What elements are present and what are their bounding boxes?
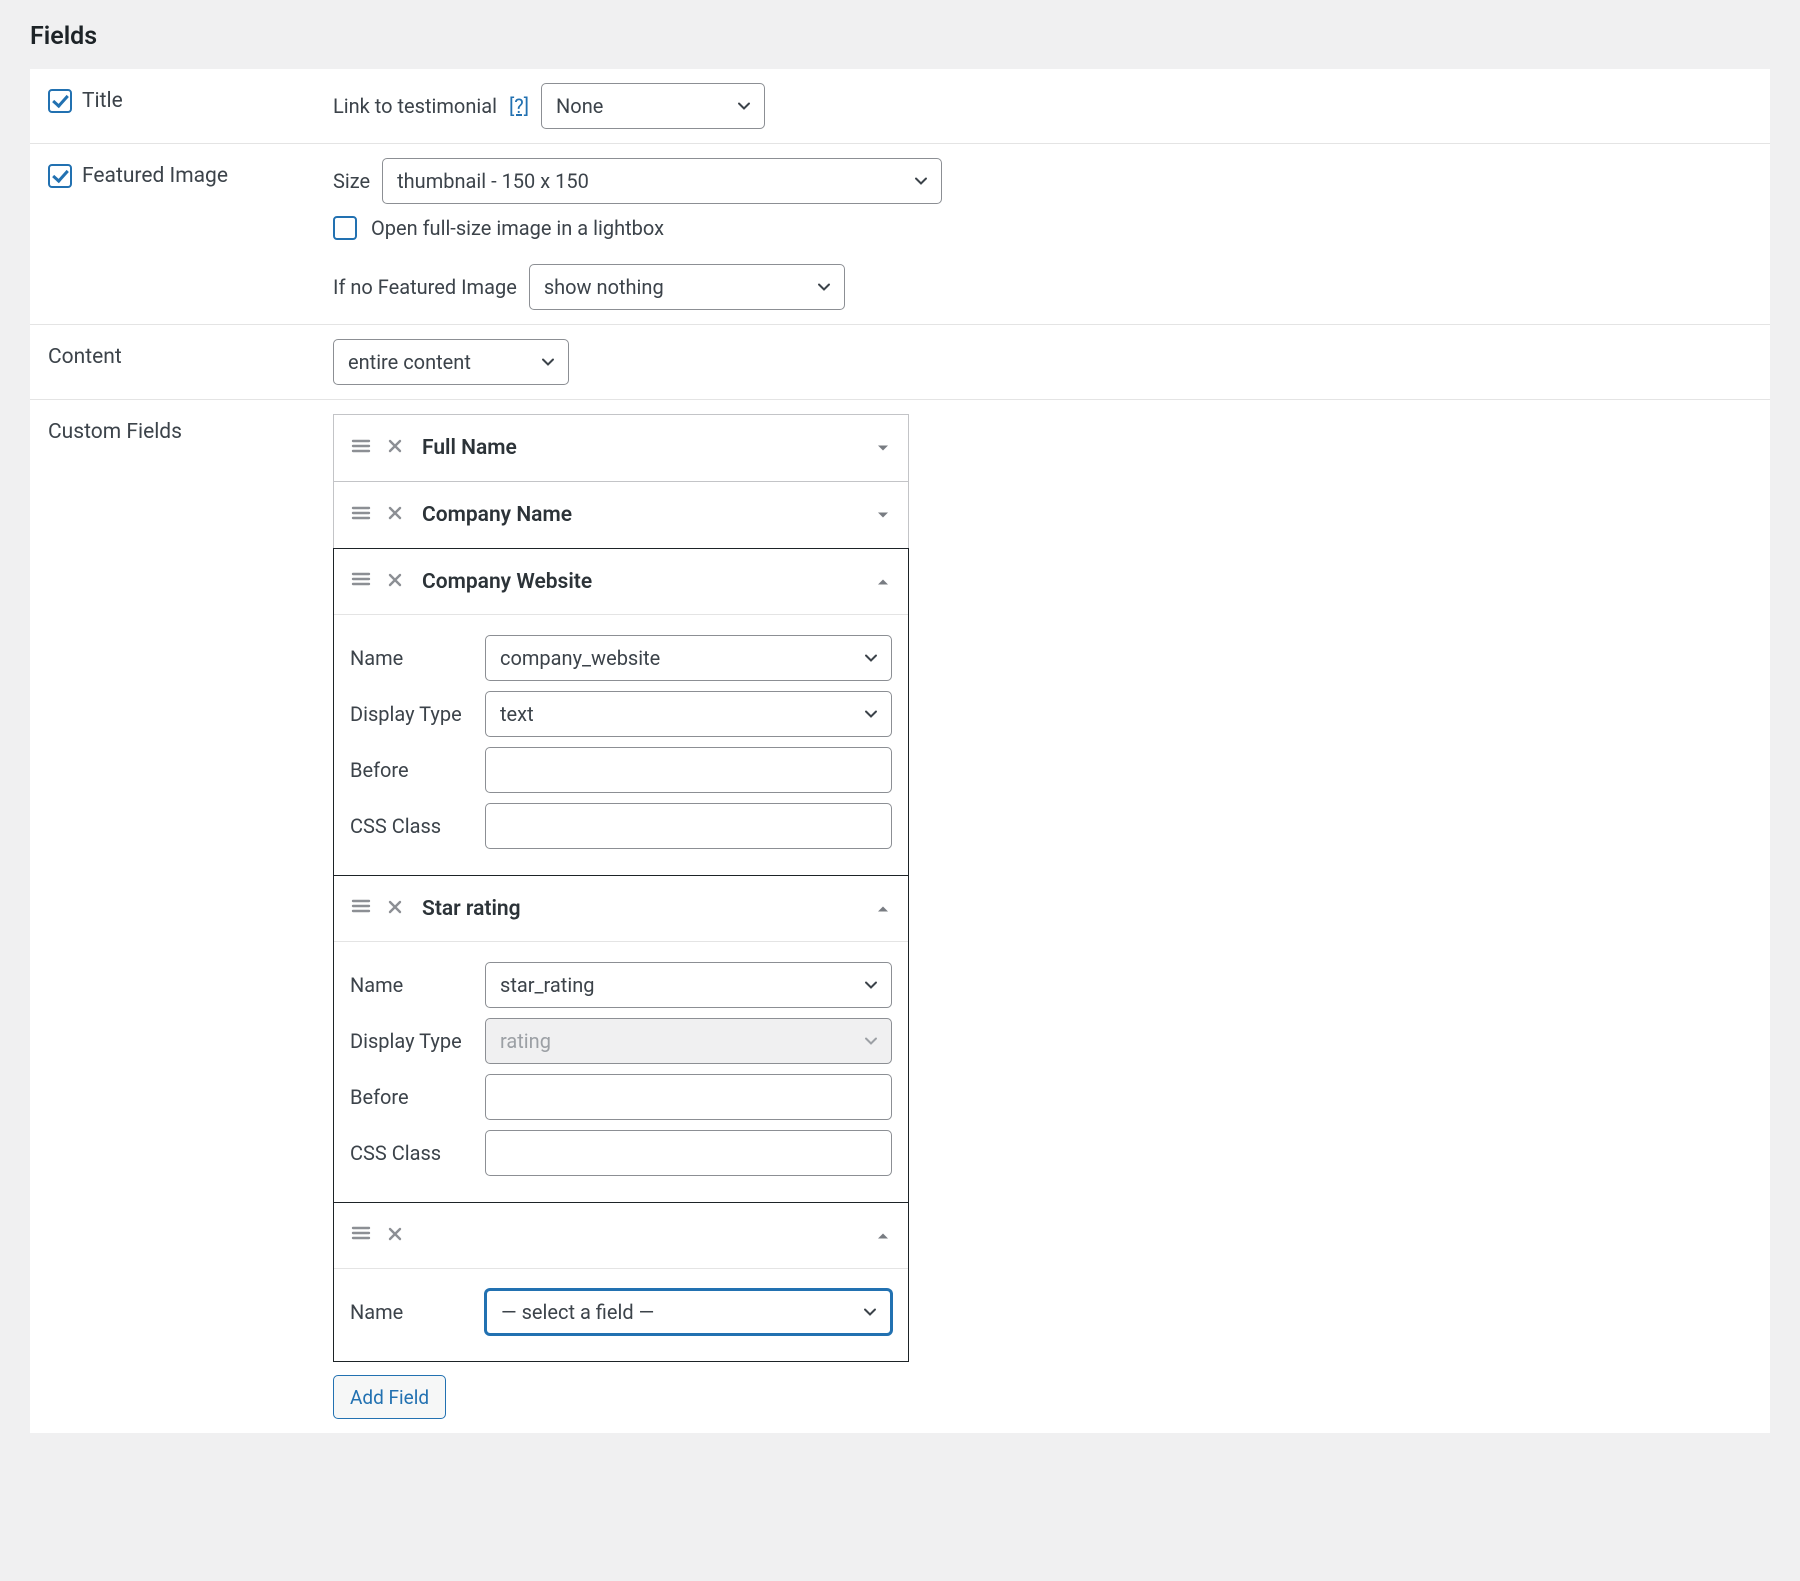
chevron-up-icon[interactable] [876, 570, 890, 594]
custom-field-item: Full Name [333, 414, 909, 482]
remove-icon[interactable] [386, 503, 404, 527]
before-label: Before [350, 1085, 485, 1109]
field-name-select[interactable]: — select a field — [485, 1289, 892, 1335]
custom-field-item: Star rating Name star_rating Display Type ra… [333, 875, 909, 1203]
field-name-select[interactable]: company_website [485, 635, 892, 681]
chevron-up-icon[interactable] [876, 1224, 890, 1248]
chevron-down-icon [863, 977, 879, 993]
field-name-select[interactable]: star_rating [485, 962, 892, 1008]
link-testimonial-value: None [556, 94, 603, 118]
featured-image-row: Featured Image Size thumbnail - 150 x 15… [30, 144, 1770, 325]
custom-field-body: Name — select a field — [334, 1269, 908, 1361]
content-select[interactable]: entire content [333, 339, 569, 385]
drag-handle-icon[interactable] [350, 502, 372, 529]
custom-field-item: Name — select a field — [333, 1202, 909, 1362]
before-label: Before [350, 758, 485, 782]
field-name-value: star_rating [500, 973, 595, 997]
custom-field-title: Star rating [422, 897, 521, 921]
lightbox-label: Open full-size image in a lightbox [371, 216, 664, 240]
section-title: Fields [30, 0, 1770, 69]
featured-image-label: Featured Image [82, 164, 228, 188]
title-checkbox[interactable] [48, 89, 72, 113]
content-value: entire content [348, 350, 471, 374]
display-type-label: Display Type [350, 1029, 485, 1053]
field-name-value: — select a field — [501, 1300, 654, 1324]
chevron-down-icon [863, 650, 879, 666]
display-type-value: rating [500, 1029, 551, 1053]
chevron-down-icon[interactable] [876, 503, 890, 527]
fallback-value: show nothing [544, 275, 664, 299]
css-class-label: CSS Class [350, 1141, 485, 1165]
size-value: thumbnail - 150 x 150 [397, 169, 589, 193]
custom-field-header[interactable]: Star rating [334, 876, 908, 942]
before-input[interactable] [485, 1074, 892, 1120]
chevron-down-icon [816, 279, 832, 295]
drag-handle-icon[interactable] [350, 435, 372, 462]
remove-icon[interactable] [386, 436, 404, 460]
remove-icon[interactable] [386, 897, 404, 921]
title-label: Title [82, 89, 123, 113]
featured-image-checkbox[interactable] [48, 164, 72, 188]
custom-fields-row: Custom Fields Full Name Company Name Compa… [30, 400, 1770, 1433]
custom-field-item: Company Website Name company_website Displa… [333, 548, 909, 876]
css-class-input[interactable] [485, 803, 892, 849]
custom-field-header[interactable]: Company Name [334, 482, 908, 548]
chevron-down-icon [863, 1033, 879, 1049]
css-class-input[interactable] [485, 1130, 892, 1176]
add-field-button[interactable]: Add Field [333, 1375, 446, 1419]
chevron-down-icon [736, 98, 752, 114]
css-class-label: CSS Class [350, 814, 485, 838]
chevron-down-icon [862, 1304, 878, 1320]
custom-field-header[interactable]: Full Name [334, 415, 908, 481]
display-type-value: text [500, 702, 534, 726]
drag-handle-icon[interactable] [350, 895, 372, 922]
remove-icon[interactable] [386, 1224, 404, 1248]
drag-handle-icon[interactable] [350, 1222, 372, 1249]
custom-field-title: Company Website [422, 570, 592, 594]
custom-field-title: Full Name [422, 436, 517, 460]
custom-fields-label: Custom Fields [48, 420, 182, 444]
field-name-label: Name [350, 1300, 485, 1324]
size-select[interactable]: thumbnail - 150 x 150 [382, 158, 942, 204]
chevron-down-icon [540, 354, 556, 370]
fields-panel: Title Link to testimonial [?] None Featu… [30, 69, 1770, 1433]
drag-handle-icon[interactable] [350, 568, 372, 595]
fallback-label: If no Featured Image [333, 275, 517, 299]
field-name-value: company_website [500, 646, 660, 670]
chevron-down-icon[interactable] [876, 436, 890, 460]
link-testimonial-label: Link to testimonial [333, 94, 497, 118]
field-name-label: Name [350, 973, 485, 997]
chevron-up-icon[interactable] [876, 897, 890, 921]
link-testimonial-select[interactable]: None [541, 83, 765, 129]
remove-icon[interactable] [386, 570, 404, 594]
chevron-down-icon [863, 706, 879, 722]
fallback-select[interactable]: show nothing [529, 264, 845, 310]
display-type-label: Display Type [350, 702, 485, 726]
display-type-select: rating [485, 1018, 892, 1064]
custom-field-body: Name company_website Display Type text Befor… [334, 615, 908, 875]
help-link[interactable]: [?] [509, 94, 529, 118]
size-label: Size [333, 169, 370, 193]
display-type-select[interactable]: text [485, 691, 892, 737]
custom-field-title: Company Name [422, 503, 572, 527]
custom-field-header[interactable] [334, 1203, 908, 1269]
content-label: Content [48, 345, 122, 369]
content-row: Content entire content [30, 325, 1770, 400]
before-input[interactable] [485, 747, 892, 793]
custom-field-header[interactable]: Company Website [334, 549, 908, 615]
custom-field-item: Company Name [333, 481, 909, 549]
chevron-down-icon [913, 173, 929, 189]
lightbox-checkbox[interactable] [333, 216, 357, 240]
field-name-label: Name [350, 646, 485, 670]
custom-field-body: Name star_rating Display Type rating Before C… [334, 942, 908, 1202]
title-row: Title Link to testimonial [?] None [30, 69, 1770, 144]
